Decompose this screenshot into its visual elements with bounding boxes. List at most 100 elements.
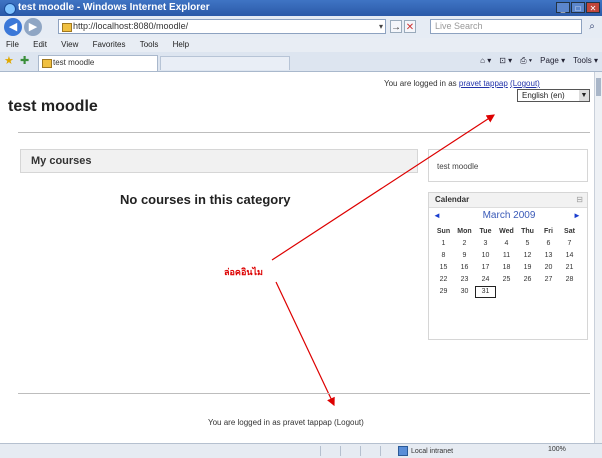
minimize-button[interactable]: _ bbox=[556, 2, 570, 13]
calendar-date[interactable]: 2 bbox=[454, 238, 475, 250]
calendar-date[interactable]: 1 bbox=[433, 238, 454, 250]
command-bar: ⌂ ▾ ⊡ ▾ ⎙ ▾ Page ▾ Tools ▾ bbox=[480, 56, 598, 66]
menu-help[interactable]: Help bbox=[173, 40, 189, 49]
back-button[interactable]: ◀ bbox=[4, 18, 22, 36]
calendar-date[interactable]: 29 bbox=[433, 286, 454, 298]
calendar-day-header: Sun bbox=[436, 228, 451, 235]
add-favorite-icon[interactable]: ✚ bbox=[20, 55, 32, 67]
maximize-button[interactable]: □ bbox=[571, 2, 585, 13]
tools-menu-button[interactable]: Tools ▾ bbox=[573, 56, 598, 66]
my-courses-block: My courses bbox=[20, 149, 418, 173]
menu-tools[interactable]: Tools bbox=[140, 40, 159, 49]
calendar-block: Calendar ⊟ ◄ March 2009 ► Sun Mon Tue Wed Th… bbox=[428, 192, 588, 340]
calendar-date[interactable]: 4 bbox=[496, 238, 517, 250]
calendar-date[interactable]: 24 bbox=[475, 274, 496, 286]
new-tab-button[interactable] bbox=[160, 56, 290, 70]
calendar-date[interactable]: 23 bbox=[454, 274, 475, 286]
favorites-star-icon[interactable]: ★ bbox=[4, 55, 16, 67]
calendar-date[interactable]: 22 bbox=[433, 274, 454, 286]
calendar-prev-month[interactable]: ◄ bbox=[433, 211, 441, 220]
calendar-date[interactable]: 20 bbox=[538, 262, 559, 274]
search-input[interactable]: Live Search bbox=[430, 19, 582, 34]
menu-file[interactable]: File bbox=[6, 40, 19, 49]
tab-label: test moodle bbox=[53, 58, 95, 67]
status-bar: Local intranet 100% bbox=[0, 443, 602, 458]
calendar-title: Calendar bbox=[435, 195, 470, 204]
status-separator bbox=[360, 446, 361, 456]
print-button[interactable]: ⎙ ▾ bbox=[520, 56, 532, 66]
calendar-day-header: Tue bbox=[479, 228, 492, 235]
window-controls: _ □ ✕ bbox=[556, 2, 600, 13]
calendar-date[interactable]: 10 bbox=[475, 250, 496, 262]
logout-link[interactable]: (Logout) bbox=[510, 79, 540, 88]
my-courses-heading: My courses bbox=[31, 155, 92, 167]
chevron-down-icon[interactable]: ▼ bbox=[579, 90, 589, 101]
login-user-link[interactable]: pravet tappap bbox=[459, 79, 508, 88]
calendar-date[interactable]: 19 bbox=[517, 262, 538, 274]
calendar-date[interactable]: 28 bbox=[559, 274, 580, 286]
feeds-button[interactable]: ⊡ ▾ bbox=[499, 56, 512, 66]
menu-favorites[interactable]: Favorites bbox=[93, 40, 126, 49]
calendar-date[interactable]: 5 bbox=[517, 238, 538, 250]
footer-divider bbox=[18, 393, 590, 394]
calendar-date[interactable]: 18 bbox=[496, 262, 517, 274]
calendar-date[interactable]: 11 bbox=[496, 250, 517, 262]
security-zone: Local intranet bbox=[398, 446, 453, 456]
site-title[interactable]: test moodle bbox=[8, 98, 98, 116]
calendar-date[interactable]: 17 bbox=[475, 262, 496, 274]
login-prefix: You are logged in as bbox=[384, 79, 459, 88]
vertical-scrollbar[interactable] bbox=[594, 72, 602, 443]
forward-button[interactable]: ▶ bbox=[24, 18, 42, 36]
site-block-title[interactable]: test moodle bbox=[437, 162, 478, 171]
tab-test-moodle[interactable]: test moodle bbox=[38, 55, 158, 71]
login-info: You are logged in as pravet tappap (Logo… bbox=[384, 79, 540, 88]
menu-edit[interactable]: Edit bbox=[33, 40, 47, 49]
zoom-level[interactable]: 100% bbox=[548, 446, 566, 453]
chevron-down-icon[interactable]: ▾ bbox=[379, 20, 383, 33]
calendar-date[interactable]: 25 bbox=[496, 274, 517, 286]
calendar-date[interactable]: 16 bbox=[454, 262, 475, 274]
calendar-grid: Sun Mon Tue Wed Thu Fri Sat 1 2 3 4 5 6 7 8 9 10 11 12 13 14… bbox=[433, 226, 580, 298]
browser-window: test moodle - Windows Internet Explorer … bbox=[0, 0, 602, 458]
calendar-date[interactable]: 13 bbox=[538, 250, 559, 262]
calendar-date[interactable]: 26 bbox=[517, 274, 538, 286]
calendar-header: Calendar ⊟ bbox=[429, 193, 587, 208]
close-button[interactable]: ✕ bbox=[586, 2, 600, 13]
search-icon[interactable]: ⌕ bbox=[585, 20, 599, 33]
calendar-date[interactable]: 27 bbox=[538, 274, 559, 286]
calendar-month[interactable]: March 2009 bbox=[471, 210, 547, 221]
footer-login-info[interactable]: You are logged in as pravet tappap (Logo… bbox=[208, 418, 364, 427]
calendar-next-month[interactable]: ► bbox=[573, 211, 581, 220]
calendar-date[interactable]: 15 bbox=[433, 262, 454, 274]
zone-label: Local intranet bbox=[411, 447, 454, 455]
go-button[interactable]: → bbox=[390, 20, 402, 33]
calendar-date[interactable]: 21 bbox=[559, 262, 580, 274]
stop-button[interactable]: ✕ bbox=[404, 20, 416, 33]
menu-view[interactable]: View bbox=[61, 40, 78, 49]
collapse-icon[interactable]: ⊟ bbox=[576, 195, 583, 204]
page-icon bbox=[62, 23, 72, 32]
address-bar[interactable]: http://localhost:8080/moodle/ ▾ bbox=[58, 19, 386, 34]
calendar-date[interactable]: 31 bbox=[475, 286, 496, 298]
scrollbar-thumb[interactable] bbox=[596, 78, 601, 96]
calendar-date[interactable]: 12 bbox=[517, 250, 538, 262]
calendar-day-header: Wed bbox=[499, 228, 514, 235]
page-icon bbox=[42, 59, 52, 68]
calendar-date[interactable]: 3 bbox=[475, 238, 496, 250]
home-button[interactable]: ⌂ ▾ bbox=[480, 56, 491, 66]
calendar-date[interactable]: 9 bbox=[454, 250, 475, 262]
language-select[interactable]: English (en) ▼ bbox=[517, 89, 590, 102]
calendar-day-header: Fri bbox=[544, 228, 553, 235]
annotation-label: ล่อคอินไม bbox=[224, 267, 263, 277]
header-divider bbox=[18, 132, 590, 133]
status-separator bbox=[320, 446, 321, 456]
calendar-date[interactable]: 14 bbox=[559, 250, 580, 262]
page-menu-button[interactable]: Page ▾ bbox=[540, 56, 565, 66]
window-title: test moodle - Windows Internet Explorer bbox=[18, 2, 210, 13]
no-courses-message: No courses in this category bbox=[120, 192, 291, 207]
calendar-date[interactable]: 7 bbox=[559, 238, 580, 250]
calendar-date[interactable]: 30 bbox=[454, 286, 475, 298]
calendar-date[interactable]: 8 bbox=[433, 250, 454, 262]
calendar-date[interactable]: 6 bbox=[538, 238, 559, 250]
menu-bar: File Edit View Favorites Tools Help bbox=[0, 38, 602, 52]
